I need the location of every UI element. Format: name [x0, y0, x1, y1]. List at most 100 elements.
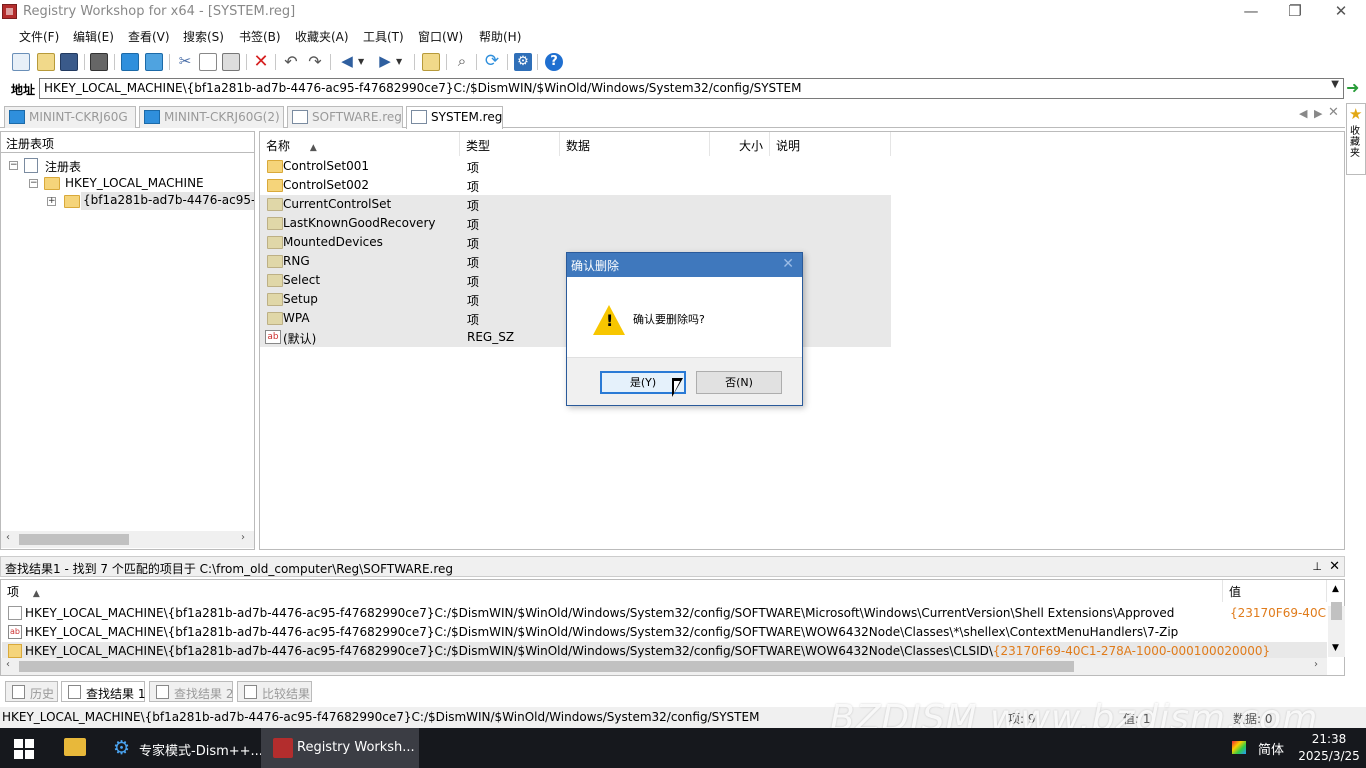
- back-icon[interactable]: ◀: [338, 53, 356, 71]
- menu-help[interactable]: 帮助(H): [479, 28, 521, 45]
- find-results-pane: 项 ▲ 值 HKEY_LOCAL_MACHINE\{bf1a281b-ad7b-…: [0, 579, 1345, 676]
- address-input[interactable]: HKEY_LOCAL_MACHINE\{bf1a281b-ad7b-4476-a…: [39, 78, 1344, 99]
- column-header-desc[interactable]: 说明: [770, 132, 891, 156]
- clock[interactable]: 21:38 2025/3/25: [1298, 731, 1360, 765]
- go-arrow-icon[interactable]: ➜: [1346, 79, 1359, 97]
- tab-software-reg[interactable]: SOFTWARE.reg: [287, 106, 403, 128]
- no-button[interactable]: 否(N): [696, 371, 782, 394]
- snapshot-icon[interactable]: [90, 53, 108, 71]
- scroll-left-icon[interactable]: ‹: [6, 532, 10, 543]
- open-icon[interactable]: [37, 53, 55, 71]
- menu-favorites[interactable]: 收藏夹(A): [295, 28, 349, 45]
- menu-file[interactable]: 文件(F): [19, 28, 59, 45]
- list-item[interactable]: CurrentControlSet 项: [260, 195, 891, 214]
- tab-system-reg[interactable]: SYSTEM.reg: [406, 106, 503, 129]
- color-app-icon[interactable]: [1232, 741, 1246, 754]
- help-icon[interactable]: ?: [545, 53, 563, 71]
- scrollbar-thumb[interactable]: [19, 661, 1074, 672]
- result-highlight: {23170F69-40C1-278A-1000-000100020000}: [992, 644, 1271, 658]
- file-explorer-icon[interactable]: [64, 738, 86, 756]
- dialog-close-icon[interactable]: ✕: [782, 256, 794, 272]
- find-column-value[interactable]: 值: [1223, 580, 1327, 602]
- tab-scroll-left-icon[interactable]: ◀: [1299, 107, 1307, 120]
- restore-button[interactable]: ❐: [1280, 2, 1310, 22]
- tab-mininit-2[interactable]: MININT-CKRJ60G(2): [139, 106, 284, 128]
- tab-find-results-2[interactable]: 查找结果 2: [149, 681, 233, 702]
- list-item[interactable]: ControlSet001 项: [260, 157, 891, 176]
- collapse-icon[interactable]: −: [29, 179, 38, 188]
- save-icon[interactable]: [60, 53, 78, 71]
- pin-icon[interactable]: ⊥: [1312, 560, 1322, 573]
- column-header-size[interactable]: 大小: [710, 132, 770, 156]
- favorites-strip[interactable]: ★ 收藏夹: [1346, 103, 1366, 175]
- minimize-button[interactable]: —: [1236, 2, 1266, 22]
- scroll-down-icon[interactable]: ▼: [1332, 643, 1339, 653]
- parent-folder-icon[interactable]: [422, 53, 440, 71]
- scroll-right-icon[interactable]: ›: [1314, 659, 1318, 670]
- back-dropdown-icon[interactable]: ▼: [358, 53, 368, 71]
- scrollbar-thumb[interactable]: [1331, 602, 1342, 620]
- column-header-data[interactable]: 数据: [560, 132, 710, 156]
- settings-icon[interactable]: ⚙: [514, 53, 532, 71]
- folder-icon: [44, 177, 60, 190]
- tab-find-results-1[interactable]: 查找结果 1: [61, 681, 145, 702]
- menu-bookmarks[interactable]: 书签(B): [239, 28, 281, 45]
- column-header-type[interactable]: 类型: [460, 132, 560, 156]
- tab-compare-results[interactable]: 比较结果: [237, 681, 312, 702]
- scrollbar-thumb[interactable]: [19, 534, 129, 545]
- column-header-name[interactable]: 名称 ▲: [260, 132, 460, 156]
- menu-search[interactable]: 搜索(S): [183, 28, 224, 45]
- list-item[interactable]: ControlSet002 项: [260, 176, 891, 195]
- tab-close-icon[interactable]: ✕: [1328, 105, 1339, 120]
- forward-dropdown-icon[interactable]: ▼: [396, 53, 406, 71]
- tree-horizontal-scrollbar[interactable]: ‹ ›: [1, 531, 254, 548]
- item-name: RNG: [283, 254, 310, 268]
- forward-icon[interactable]: ▶: [376, 53, 394, 71]
- menu-edit[interactable]: 编辑(E): [73, 28, 114, 45]
- chevron-down-icon[interactable]: ▼: [1331, 79, 1339, 90]
- menu-window[interactable]: 窗口(W): [418, 28, 463, 45]
- folder-icon: [64, 195, 80, 208]
- menu-view[interactable]: 查看(V): [128, 28, 170, 45]
- tab-label: MININT-CKRJ60G(2): [164, 110, 280, 124]
- windows-start-icon[interactable]: [14, 739, 34, 759]
- paste-icon[interactable]: [222, 53, 240, 71]
- find-result-row[interactable]: ab HKEY_LOCAL_MACHINE\{bf1a281b-ad7b-447…: [2, 623, 1327, 642]
- connect-computer-icon[interactable]: [121, 53, 139, 71]
- find-horizontal-scrollbar[interactable]: ‹ ›: [1, 658, 1327, 675]
- menu-tools[interactable]: 工具(T): [363, 28, 404, 45]
- close-icon[interactable]: ✕: [1329, 559, 1340, 574]
- list-item[interactable]: MountedDevices 项: [260, 233, 891, 252]
- taskbar-item-registry-workshop[interactable]: Registry Worksh...: [261, 728, 419, 768]
- copy-icon[interactable]: [199, 53, 217, 71]
- new-icon[interactable]: [12, 53, 30, 71]
- confirm-delete-dialog: 确认删除 ✕ ! 确认要删除吗? 是(Y) 否(N): [566, 252, 803, 406]
- tab-scroll-right-icon[interactable]: ▶: [1314, 107, 1322, 120]
- delete-icon[interactable]: ✕: [252, 53, 270, 71]
- scroll-left-icon[interactable]: ‹: [6, 659, 10, 670]
- tab-history[interactable]: 历史: [5, 681, 58, 702]
- input-language[interactable]: 简体: [1258, 739, 1284, 758]
- close-button[interactable]: ✕: [1326, 2, 1356, 22]
- find-column-item[interactable]: 项 ▲: [1, 580, 1223, 602]
- find-result-row[interactable]: HKEY_LOCAL_MACHINE\{bf1a281b-ad7b-4476-a…: [2, 604, 1327, 623]
- toolbar-separator: [330, 54, 331, 70]
- cut-icon[interactable]: ✂: [176, 53, 194, 71]
- tab-mininit-1[interactable]: MININT-CKRJ60G: [4, 106, 136, 128]
- redo-icon[interactable]: ↷: [306, 53, 324, 71]
- find-icon[interactable]: ⌕: [453, 53, 471, 71]
- list-item[interactable]: LastKnownGoodRecovery 项: [260, 214, 891, 233]
- dialog-title: 确认删除: [567, 253, 802, 277]
- scroll-right-icon[interactable]: ›: [241, 532, 245, 543]
- find-vertical-scrollbar[interactable]: ▲ ▼: [1328, 584, 1345, 657]
- expand-icon[interactable]: +: [47, 197, 56, 206]
- scroll-up-icon[interactable]: ▲: [1332, 584, 1339, 594]
- refresh-icon[interactable]: ⟳: [483, 53, 501, 71]
- undo-icon[interactable]: ↶: [282, 53, 300, 71]
- taskbar-item-dism[interactable]: ⚙ 专家模式-Dism++...: [103, 728, 263, 768]
- compare-icon: [244, 685, 257, 699]
- dialog-message: 确认要删除吗?: [633, 313, 705, 326]
- collapse-icon[interactable]: −: [9, 161, 18, 170]
- disconnect-computer-icon[interactable]: [145, 53, 163, 71]
- toolbar-separator: [169, 54, 170, 70]
